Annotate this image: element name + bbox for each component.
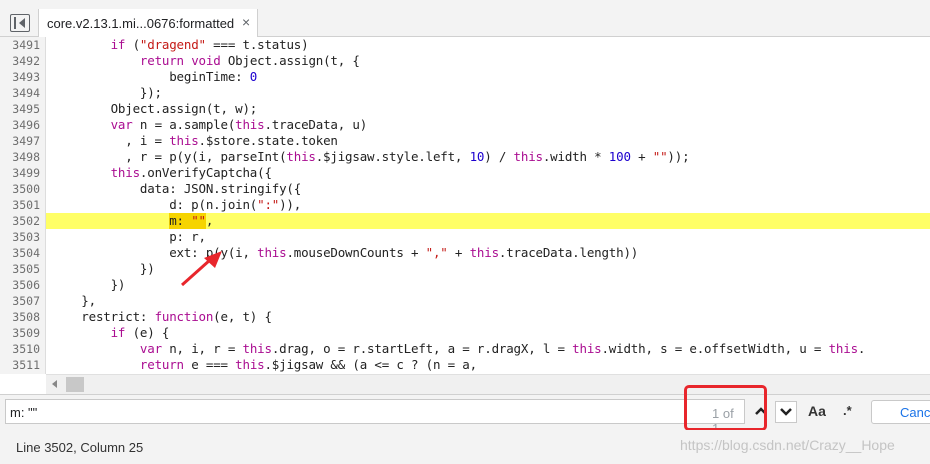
code-text: var n, i, r = this.drag, o = r.startLeft… xyxy=(139,341,866,356)
code-text: if (e) { xyxy=(110,325,170,340)
line-number: 3510 xyxy=(12,342,40,356)
code-text: return void Object.assign(t, { xyxy=(139,53,360,68)
line-number: 3506 xyxy=(12,278,40,292)
line-number: 3500 xyxy=(12,182,40,196)
regex-button[interactable]: .* xyxy=(843,403,852,418)
horizontal-scrollbar[interactable] xyxy=(46,374,930,394)
code-text: , r = p(y(i, parseInt(this.$jigsaw.style… xyxy=(52,149,690,164)
line-number: 3496 xyxy=(12,118,40,132)
line-number: 3509 xyxy=(12,326,40,340)
code-text: , i = this.$store.state.token xyxy=(52,133,338,148)
code-text: }) xyxy=(52,261,155,276)
code-line[interactable]: 3506 }) xyxy=(0,277,930,293)
code-line[interactable]: 3496 var n = a.sample(this.traceData, u) xyxy=(0,117,930,133)
code-line[interactable]: 3503 p: r, xyxy=(0,229,930,245)
code-editor[interactable]: 3491 if ("dragend" === t.status) 3492 ret… xyxy=(0,37,930,374)
code-text: d: p(n.join(":")), xyxy=(52,197,302,212)
code-text: data: JSON.stringify({ xyxy=(52,181,302,196)
code-line[interactable]: 3494 }); xyxy=(0,85,930,101)
line-number: 3512 xyxy=(0,373,40,374)
cursor-position: Line 3502, Column 25 xyxy=(16,440,144,455)
scroll-thumb[interactable] xyxy=(66,377,84,392)
code-text: Object.assign(t, w); xyxy=(52,101,258,116)
code-line[interactable]: 3510 var n, i, r = this.drag, o = r.star… xyxy=(0,341,930,357)
line-number: 3491 xyxy=(12,38,40,52)
cancel-label: Cancel xyxy=(900,405,930,420)
line-number: 3494 xyxy=(12,86,40,100)
annotation-red-box xyxy=(684,385,767,431)
code-text: var n = a.sample(this.traceData, u) xyxy=(110,117,368,132)
code-text: }) xyxy=(52,277,126,292)
line-number: 3495 xyxy=(12,102,40,116)
match-case-button[interactable]: Aa xyxy=(808,403,826,419)
code-line[interactable]: 3491 if ("dragend" === t.status) xyxy=(0,37,930,53)
code-text: }); xyxy=(52,85,162,100)
line-number: 3504 xyxy=(12,246,40,260)
next-match-button[interactable] xyxy=(775,401,797,423)
search-query: m: "" xyxy=(10,405,38,420)
tab-title: core.v2.13.1.mi...0676:formatted xyxy=(47,16,235,31)
code-line[interactable]: 3508 restrict: function(e, t) { xyxy=(0,309,930,325)
line-number: 3507 xyxy=(12,294,40,308)
search-bar: m: "" 1 of 1 Aa .* Cancel xyxy=(0,394,930,436)
line-number: 3498 xyxy=(12,150,40,164)
line-number: 3502 xyxy=(12,214,40,228)
code-line[interactable]: 3501 d: p(n.join(":")), xyxy=(0,197,930,213)
line-number: 3503 xyxy=(12,230,40,244)
line-number: 3505 xyxy=(12,262,40,276)
line-number: 3492 xyxy=(12,54,40,68)
scroll-left-icon[interactable] xyxy=(52,380,57,388)
line-number: 3508 xyxy=(12,310,40,324)
code-text: restrict: function(e, t) { xyxy=(52,309,272,324)
code-line[interactable]: 3495 Object.assign(t, w); xyxy=(0,101,930,117)
code-text: return e === this.$jigsaw && (a <= c ? (… xyxy=(139,357,477,372)
code-line[interactable]: 3499 this.onVerifyCaptcha({ xyxy=(0,165,930,181)
code-text: p: r, xyxy=(52,229,206,244)
code-text: ext: p(y(i, this.mouseDownCounts + "," +… xyxy=(52,245,639,260)
code-line[interactable]: 3511 return e === this.$jigsaw && (a <= … xyxy=(0,357,930,373)
line-number: 3499 xyxy=(12,166,40,180)
code-line[interactable]: 3509 if (e) { xyxy=(0,325,930,341)
code-text: beginTime: 0 xyxy=(52,69,258,84)
cancel-button[interactable]: Cancel xyxy=(871,400,930,424)
code-text: }, xyxy=(52,293,96,308)
annotation-arrow-icon xyxy=(181,251,222,287)
line-number: 3493 xyxy=(12,70,40,84)
code-line[interactable]: 3504 ext: p(y(i, this.mouseDownCounts + … xyxy=(0,245,930,261)
line-number: 3501 xyxy=(12,198,40,212)
line-number: 3497 xyxy=(12,134,40,148)
code-line[interactable]: 3500 data: JSON.stringify({ xyxy=(0,181,930,197)
close-icon[interactable]: × xyxy=(242,14,250,30)
code-line[interactable]: 3507 }, xyxy=(0,293,930,309)
code-line[interactable]: 3497 , i = this.$store.state.token xyxy=(0,133,930,149)
code-line[interactable]: 3492 return void Object.assign(t, { xyxy=(0,53,930,69)
code-text: if ("dragend" === t.status) xyxy=(110,37,309,52)
code-text: m: "", xyxy=(52,213,214,228)
chevron-down-icon xyxy=(780,408,792,416)
code-line[interactable]: 3502 m: "", xyxy=(0,213,930,229)
code-line[interactable]: 3505 }) xyxy=(0,261,930,277)
watermark: https://blog.csdn.net/Crazy__Hope xyxy=(680,437,895,453)
line-number: 3511 xyxy=(12,358,40,372)
toggle-navigator-icon[interactable] xyxy=(10,14,30,32)
editor-tab-bar: core.v2.13.1.mi...0676:formatted × xyxy=(0,0,930,37)
code-line[interactable]: 3498 , r = p(y(i, parseInt(this.$jigsaw.… xyxy=(0,149,930,165)
code-text: this.onVerifyCaptcha({ xyxy=(110,165,272,180)
code-line[interactable]: 3493 beginTime: 0 xyxy=(0,69,930,85)
search-input[interactable]: m: "" 1 of 1 xyxy=(5,399,745,436)
tab-formatted-file[interactable]: core.v2.13.1.mi...0676:formatted × xyxy=(38,9,258,37)
